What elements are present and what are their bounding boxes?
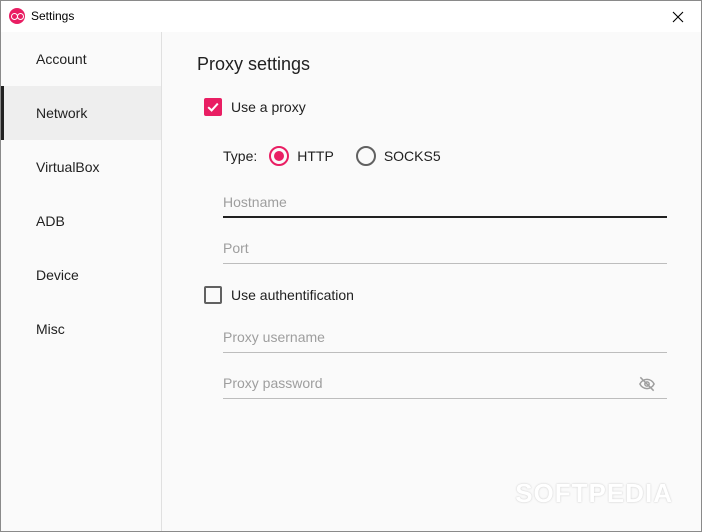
- page-title: Proxy settings: [197, 54, 311, 74]
- checkbox-checked-icon: [204, 98, 222, 116]
- sidebar-item-label: Misc: [36, 321, 65, 337]
- close-icon: [672, 11, 684, 22]
- settings-sidebar: Account Network VirtualBox ADB Device Mi…: [1, 32, 162, 531]
- port-underline: [223, 263, 667, 264]
- password-underline: [223, 398, 667, 399]
- checkbox-unchecked-icon: [204, 286, 222, 304]
- sidebar-item-label: Account: [36, 51, 87, 67]
- radio-http-label[interactable]: HTTP: [297, 148, 334, 164]
- sidebar-item-network[interactable]: Network: [1, 86, 161, 140]
- proxy-password-input[interactable]: [223, 367, 667, 399]
- radio-socks5[interactable]: [355, 146, 376, 166]
- sidebar-item-label: VirtualBox: [36, 159, 100, 175]
- port-field: [223, 232, 667, 264]
- username-underline: [223, 352, 667, 353]
- sidebar-item-adb[interactable]: ADB: [1, 194, 161, 248]
- close-button[interactable]: [655, 1, 701, 32]
- use-authentification-checkbox[interactable]: Use authentification: [204, 286, 354, 304]
- use-proxy-label: Use a proxy: [231, 99, 306, 115]
- hostname-field: [223, 186, 667, 218]
- settings-window: Settings Account Network VirtualBox ADB …: [0, 0, 702, 532]
- app-logo-icon: [9, 8, 25, 24]
- sidebar-item-label: ADB: [36, 213, 65, 229]
- sidebar-item-label: Device: [36, 267, 79, 283]
- sidebar-item-misc[interactable]: Misc: [1, 302, 161, 356]
- port-input[interactable]: [223, 232, 667, 264]
- proxy-type-label: Type:: [223, 148, 258, 164]
- proxy-username-input[interactable]: [223, 321, 667, 353]
- title-bar: Settings: [1, 1, 701, 32]
- hostname-underline: [223, 216, 667, 218]
- radio-http[interactable]: [269, 146, 290, 166]
- visibility-off-icon[interactable]: [637, 374, 657, 394]
- softpedia-watermark: SOFTPEDIA: [515, 478, 673, 508]
- radio-socks5-label[interactable]: SOCKS5: [384, 148, 441, 164]
- proxy-type-group: Type: HTTP SOCKS5: [223, 146, 441, 166]
- sidebar-item-account[interactable]: Account: [1, 32, 161, 86]
- window-title: Settings: [31, 9, 75, 23]
- proxy-password-field: [223, 367, 667, 399]
- proxy-settings-panel: Proxy settings Use a proxy Type: HTTP SO…: [163, 32, 701, 531]
- sidebar-item-device[interactable]: Device: [1, 248, 161, 302]
- sidebar-item-label: Network: [36, 105, 88, 121]
- sidebar-item-virtualbox[interactable]: VirtualBox: [1, 140, 161, 194]
- hostname-input[interactable]: [223, 186, 667, 218]
- use-authentification-label: Use authentification: [231, 287, 354, 303]
- proxy-username-field: [223, 321, 667, 353]
- use-proxy-checkbox[interactable]: Use a proxy: [204, 98, 306, 116]
